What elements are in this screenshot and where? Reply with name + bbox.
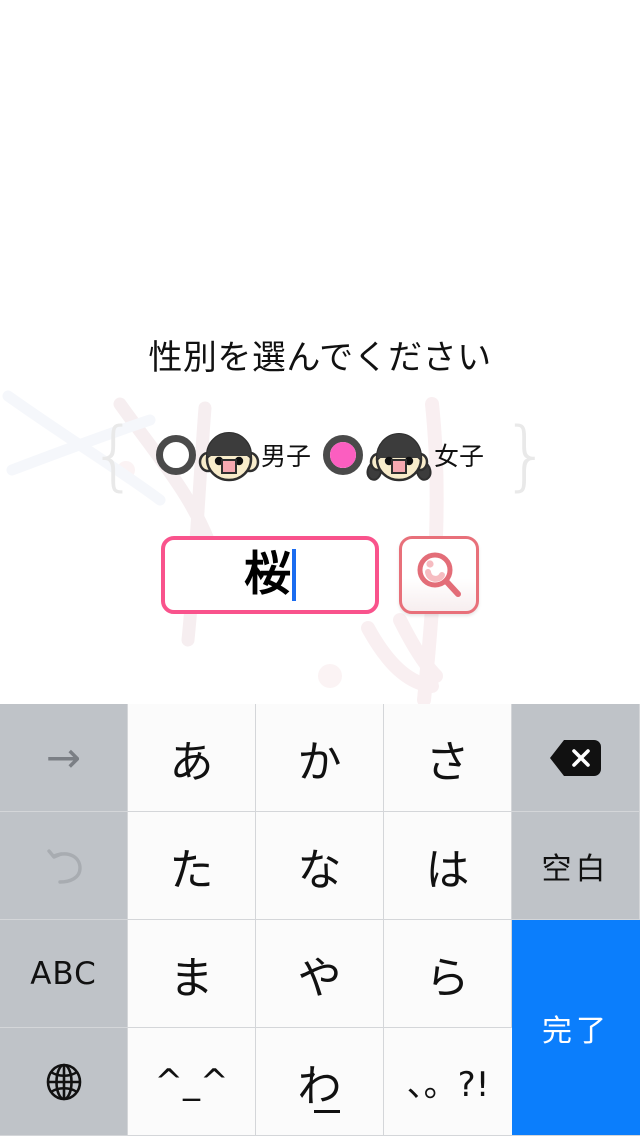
radio-boy-dot: [163, 442, 189, 468]
gender-label-girl: 女子: [434, 443, 485, 471]
key-globe[interactable]: [0, 1028, 128, 1136]
girl-face-icon: [366, 433, 432, 482]
gender-selector: {男子 女子}: [0, 414, 640, 496]
key-undo[interactable]: [0, 812, 128, 920]
gender-option-girl[interactable]: 女子: [323, 427, 484, 483]
page-title: 性別を選んでください: [148, 339, 492, 377]
key-ra[interactable]: ら: [384, 920, 512, 1028]
key-ta[interactable]: た: [128, 812, 256, 920]
arrow-right-icon: →: [45, 733, 82, 782]
name-input-row: 桜: [0, 533, 640, 617]
radio-girl[interactable]: [323, 435, 363, 475]
name-input-value: 桜: [244, 547, 291, 602]
app-screen: 性別を選んでください {男子 女子} 桜 → あ か さ た な は 空白 …: [0, 0, 640, 1136]
key-wa[interactable]: わ: [256, 1028, 384, 1136]
boy-face-icon: [198, 432, 260, 482]
key-kaomoji[interactable]: ^_^: [128, 1028, 256, 1136]
key-delete[interactable]: [512, 704, 640, 812]
keyboard: → あ か さ た な は 空白 ABC ま や ら 完了 ^_^ わ 、。?!: [0, 704, 640, 1136]
text-caret: [292, 549, 296, 601]
key-cursor-right[interactable]: →: [0, 704, 128, 812]
brace-left: {: [89, 410, 138, 499]
radio-boy[interactable]: [155, 435, 196, 475]
gender-label-boy: 男子: [260, 443, 311, 471]
key-ma[interactable]: ま: [128, 920, 256, 1028]
undo-icon: [46, 848, 82, 884]
key-wa-label: わ: [297, 1061, 342, 1112]
key-punctuation[interactable]: 、。?!: [384, 1028, 512, 1136]
name-input-field[interactable]: 桜: [161, 536, 379, 614]
key-done[interactable]: 完了: [512, 920, 640, 1136]
key-ya[interactable]: や: [256, 920, 384, 1028]
globe-icon: [46, 1063, 81, 1100]
key-a[interactable]: あ: [128, 704, 256, 812]
radio-girl-dot: [330, 442, 356, 468]
key-na[interactable]: な: [256, 812, 384, 920]
key-sa[interactable]: さ: [384, 704, 512, 812]
brace-right: }: [502, 410, 551, 499]
key-ka[interactable]: か: [256, 704, 384, 812]
key-space[interactable]: 空白: [512, 812, 640, 920]
gender-option-boy[interactable]: 男子: [155, 427, 311, 483]
key-ha[interactable]: は: [384, 812, 512, 920]
key-wa-underscore: [313, 1110, 340, 1113]
delete-icon: [549, 739, 601, 776]
magnifier-icon: [417, 552, 461, 597]
content-area: 性別を選んでください {男子 女子} 桜: [0, 0, 640, 704]
key-abc[interactable]: ABC: [0, 920, 128, 1028]
search-button[interactable]: [399, 536, 479, 614]
